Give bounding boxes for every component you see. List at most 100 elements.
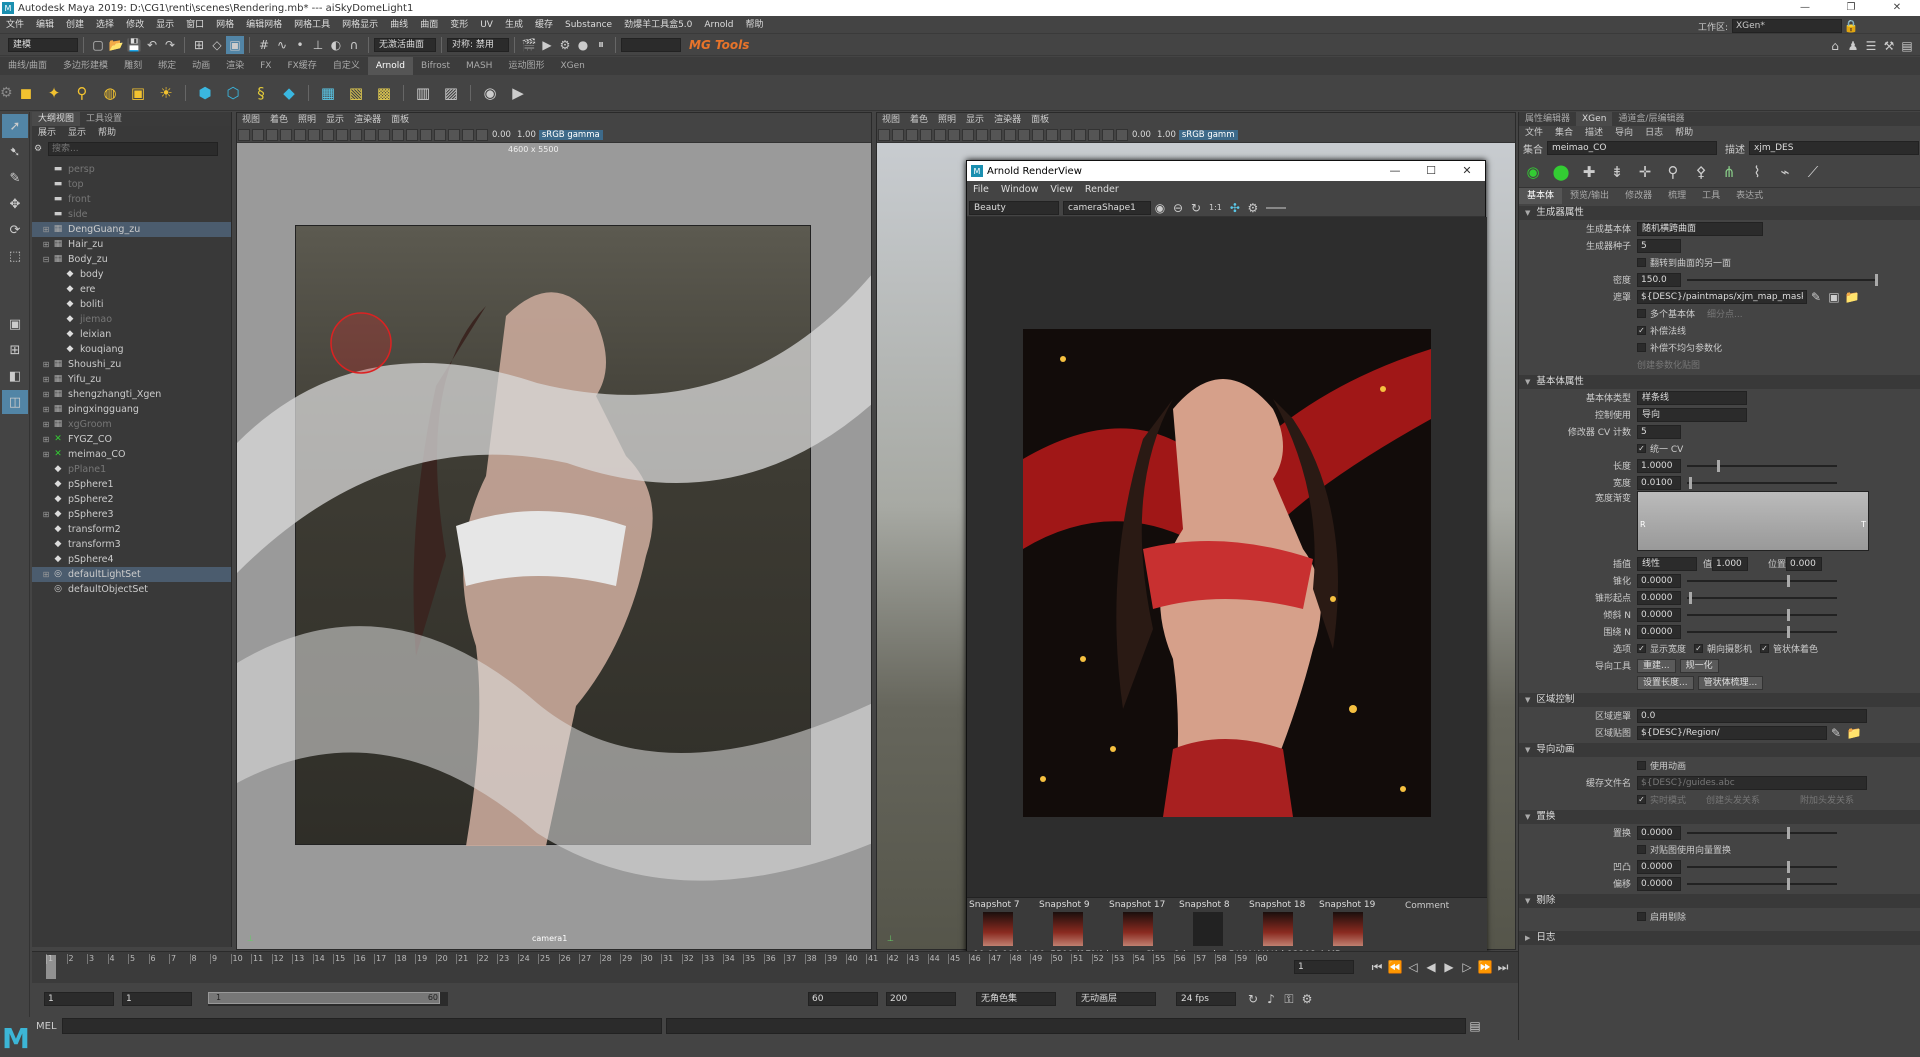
shelf-gear-icon[interactable]: ⚙ (0, 85, 13, 101)
section-displacement[interactable]: ▼ 置换 (1519, 810, 1920, 824)
lights-icon[interactable] (1060, 128, 1072, 141)
show-width-checkbox[interactable]: ✓ (1637, 644, 1646, 653)
character-set-dropdown[interactable]: 无角色集 (976, 992, 1056, 1006)
section-log[interactable]: ▶ 日志 (1519, 931, 1920, 945)
face-camera-checkbox[interactable]: ✓ (1694, 644, 1704, 653)
snapshot-item[interactable]: Snapshot 8 (1179, 900, 1247, 946)
playback-end-field[interactable] (808, 992, 878, 1006)
open-scene-icon[interactable]: 📂 (107, 36, 125, 54)
physical-sky-icon[interactable]: ☀ (154, 81, 178, 105)
outliner-item[interactable]: ▬ top (32, 177, 231, 192)
outliner-item[interactable]: ▬ front (32, 192, 231, 207)
menu-item[interactable]: 劲爆羊工具盒5.0 (618, 16, 698, 34)
outliner-item[interactable]: ⊞ ▦ xgGroom (32, 417, 231, 432)
xgen-menu-item[interactable]: 文件 (1519, 126, 1549, 140)
new-scene-icon[interactable]: ▢ (89, 36, 107, 54)
channel-box-icon[interactable]: ▤ (1898, 37, 1916, 55)
start-time-field[interactable] (44, 992, 114, 1006)
four-view-icon[interactable]: ⊞ (2, 338, 28, 362)
undo-icon[interactable]: ↶ (143, 36, 161, 54)
tab-outliner[interactable]: 大纲视图 (32, 112, 81, 126)
shelf-tab[interactable]: 雕刻 (116, 57, 150, 75)
density-field[interactable] (1637, 272, 1681, 287)
shadows-icon[interactable] (1074, 128, 1086, 141)
refresh-icon[interactable]: ↻ (1187, 199, 1205, 217)
volume-icon[interactable]: ◆ (277, 81, 301, 105)
live-surface-field[interactable]: 无激活曲面 (374, 37, 436, 52)
cull-checkbox[interactable]: ✓ (1637, 326, 1646, 335)
minimize-button[interactable]: — (1782, 0, 1828, 16)
gate-mask-icon[interactable] (350, 128, 362, 141)
crypto-icon[interactable]: ▨ (439, 81, 463, 105)
width-slider[interactable] (1687, 476, 1837, 489)
flip-checkbox[interactable] (1637, 258, 1646, 267)
shelf-tab[interactable]: Arnold (367, 57, 413, 75)
width-field[interactable] (1637, 475, 1681, 490)
taper-start-field[interactable] (1637, 590, 1681, 605)
menu-item[interactable]: 缓存 (529, 16, 559, 34)
expand-icon[interactable]: ⊞ (40, 237, 52, 252)
description-dropdown[interactable]: xjm_DES (1749, 141, 1919, 155)
bend-slider[interactable] (1687, 625, 1837, 638)
lights-icon[interactable] (420, 128, 432, 141)
playback-start-field[interactable] (122, 992, 192, 1006)
gamma-value[interactable]: 1.00 (517, 130, 536, 140)
menu-item[interactable]: 编辑 (30, 16, 60, 34)
step-back-icon[interactable]: ◁ (1404, 958, 1422, 976)
character-controls-icon[interactable]: ♟ (1844, 37, 1862, 55)
2d-pan-icon[interactable] (280, 128, 292, 141)
flush-caches-icon[interactable]: ▧ (344, 81, 368, 105)
select-tool-icon[interactable]: ➚ (2, 114, 28, 138)
menu-item[interactable]: 生成 (499, 16, 529, 34)
density-slider[interactable] (1687, 273, 1878, 286)
menu-item[interactable]: 帮助 (740, 16, 770, 34)
shelf-tab[interactable]: MASH (458, 57, 500, 75)
snapshot-item[interactable]: Snapshot 18 (1249, 900, 1317, 946)
step-forward-key-icon[interactable]: ⏩ (1476, 958, 1494, 976)
film-gate-icon[interactable] (322, 128, 334, 141)
expand-icon[interactable]: ⊞ (40, 447, 52, 462)
add-point-icon[interactable]: ✛ (1633, 160, 1657, 184)
snap-point-icon[interactable]: • (291, 36, 309, 54)
viewport-menu-item[interactable]: 视图 (877, 113, 905, 127)
mesh-light-icon[interactable]: ✦ (42, 81, 66, 105)
smooth-shade-icon[interactable] (1032, 128, 1044, 141)
textured-icon[interactable] (1046, 128, 1058, 141)
outliner-item[interactable]: ◆ leixian (32, 327, 231, 342)
lock-icon[interactable]: 🔒 (1842, 17, 1860, 35)
outliner-menu-help[interactable]: 帮助 (92, 126, 122, 140)
outliner-item[interactable]: ◆ transform3 (32, 537, 231, 552)
expand-icon[interactable]: ⊞ (40, 507, 52, 522)
create-collection-icon[interactable]: ◉ (1521, 160, 1545, 184)
expand-icon[interactable]: ⊞ (40, 567, 52, 582)
rv-close-button[interactable]: ✕ (1449, 161, 1485, 181)
viewport-camera1[interactable]: 视图 着色 照明 显示 渲染器 面板 0.00 1.00 sRGB gamma 4600 … (236, 112, 872, 950)
isolate-icon[interactable] (1088, 128, 1100, 141)
fps-dropdown[interactable]: 24 fps (1176, 992, 1236, 1006)
menu-item[interactable]: 变形 (444, 16, 474, 34)
paint-icon[interactable]: ✎ (1827, 724, 1845, 742)
outliner-item[interactable]: ⊞ ▦ Shoushi_zu (32, 357, 231, 372)
single-perspective-icon[interactable]: ▣ (2, 312, 28, 336)
shelf-tab[interactable]: 绑定 (150, 57, 184, 75)
shelf-tab[interactable]: 曲线/曲面 (0, 57, 55, 75)
loop-icon[interactable]: ↻ (1244, 990, 1262, 1008)
length-field[interactable] (1637, 458, 1681, 473)
grid-icon[interactable] (948, 128, 960, 141)
move-tool-icon[interactable]: ✥ (2, 192, 28, 216)
workspace-selector[interactable]: 工作区: XGen* 🔒 (1698, 17, 1860, 35)
menu-item[interactable]: Arnold (698, 16, 739, 34)
end-time-field[interactable] (886, 992, 956, 1006)
outliner-menu-display[interactable]: 展示 (32, 126, 62, 140)
outliner-item[interactable]: ⊞ ▦ Yifu_zu (32, 372, 231, 387)
outliner-item[interactable]: ◆ boliti (32, 297, 231, 312)
wireframe-icon[interactable] (378, 128, 390, 141)
time-slider[interactable]: 1234567891011121314151617181920212223242… (32, 951, 1518, 983)
taper-slider[interactable] (1687, 574, 1837, 587)
width-ramp-graph[interactable]: R T (1637, 491, 1869, 551)
move-guide-icon[interactable]: ⇟ (1605, 160, 1629, 184)
snap-curve-icon[interactable]: ∿ (273, 36, 291, 54)
render-stop-icon[interactable]: ◉ (1151, 199, 1169, 217)
texture-manager-icon[interactable]: ▦ (316, 81, 340, 105)
safe-area-icon[interactable] (364, 128, 376, 141)
